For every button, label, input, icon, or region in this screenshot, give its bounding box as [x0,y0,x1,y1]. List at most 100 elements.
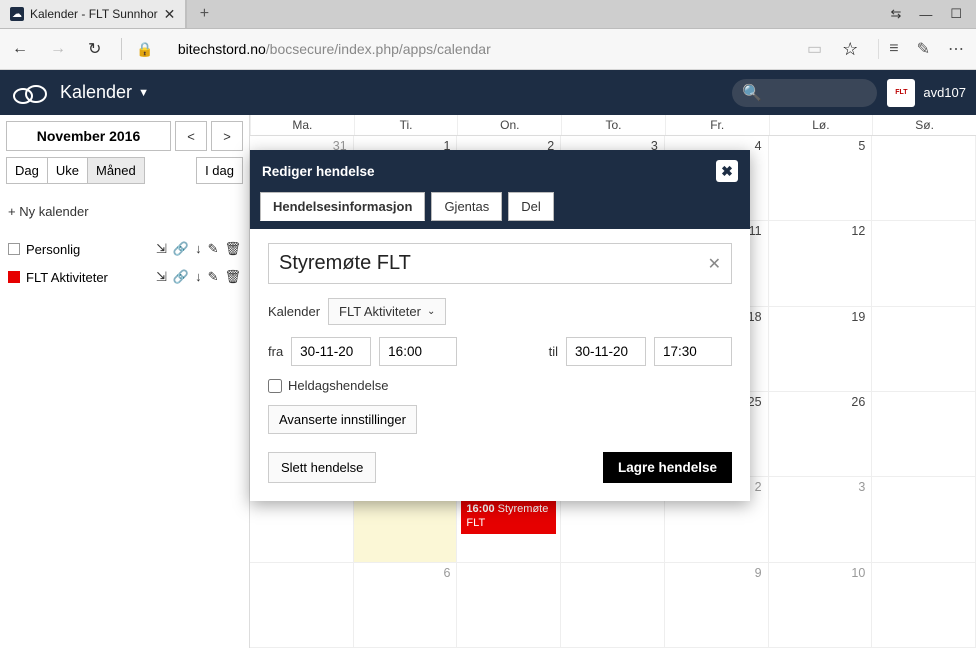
view-week-button[interactable]: Uke [48,157,88,184]
day-number: 11 [749,224,762,238]
edit-event-modal: Rediger hendelse ✖ Hendelsesinformasjon … [250,150,750,501]
share-icon[interactable]: ⋯ [948,39,964,59]
search-input[interactable]: 🔍 [732,79,877,107]
event-title-input[interactable] [279,252,708,275]
maximize-icon[interactable]: ☐ [950,6,962,22]
today-button[interactable]: I dag [196,157,243,184]
color-swatch [8,271,20,283]
next-month-button[interactable]: > [211,121,243,151]
delete-event-button[interactable]: Slett hendelse [268,452,376,483]
calendar-name: Personlig [26,242,80,257]
day-cell[interactable] [872,477,976,562]
day-cell[interactable]: 5 [769,136,873,221]
from-date-input[interactable] [291,337,371,366]
day-cell[interactable] [872,563,976,648]
clear-title-icon[interactable]: ✕ [708,254,721,274]
share-icon[interactable]: ⇲ [156,269,167,285]
reading-icon[interactable]: ▭ [807,39,822,59]
day-cell[interactable]: 9 [665,563,769,648]
tab-title: Kalender - FLT Sunnhor [30,7,158,21]
day-cell[interactable] [872,307,976,392]
day-number: 2 [755,480,762,494]
day-cell[interactable] [872,392,976,477]
from-time-input[interactable] [379,337,457,366]
tab-repeat[interactable]: Gjentas [431,192,502,221]
month-label[interactable]: November 2016 [6,121,171,151]
new-calendar-button[interactable]: + Ny kalender [6,198,243,225]
modal-header: Rediger hendelse ✖ [250,150,750,192]
refresh-icon[interactable]: ↻ [88,39,101,59]
day-header-cell: Ma. [250,115,354,135]
download-icon[interactable]: ↓ [195,241,202,257]
view-month-button[interactable]: Måned [88,157,145,184]
address-bar[interactable]: bitechstord.no/bocsecure/index.php/apps/… [178,41,787,57]
day-number: 12 [851,224,865,238]
close-modal-button[interactable]: ✖ [716,160,738,182]
chevron-down-icon: ⌄ [427,306,435,317]
day-number: 4 [755,139,762,153]
link-icon[interactable]: 🔗 [173,269,189,285]
to-label: til [549,344,558,359]
calendar-item-personal[interactable]: Personlig ⇲ 🔗 ↓ ✎ 🗑 [6,235,243,263]
cloud-favicon: ☁ [10,7,24,21]
event-chip[interactable]: 16:00 Styremøte FLT [461,499,556,533]
day-cell[interactable]: 26 [769,392,873,477]
share-icon[interactable]: ⇲ [156,241,167,257]
day-cell[interactable] [872,136,976,221]
to-time-input[interactable] [654,337,732,366]
delete-icon[interactable]: 🗑 [224,269,241,285]
day-header-cell: To. [561,115,665,135]
forward-icon[interactable]: → [50,40,66,58]
sync-icon[interactable]: ⇆ [890,6,901,22]
day-cell[interactable] [457,563,561,648]
delete-icon[interactable]: 🗑 [224,241,241,257]
day-cell[interactable]: 19 [769,307,873,392]
calendar-select[interactable]: FLT Aktiviteter ⌄ [328,298,446,325]
to-date-input[interactable] [566,337,646,366]
link-icon[interactable]: 🔗 [173,241,189,257]
day-cell[interactable]: 10 [769,563,873,648]
day-header-cell: On. [457,115,561,135]
modal-title: Rediger hendelse [262,164,375,179]
allday-checkbox[interactable]: Heldagshendelse [268,378,732,393]
view-day-button[interactable]: Dag [6,157,48,184]
browser-tab[interactable]: ☁ Kalender - FLT Sunnhor ✕ [0,0,187,28]
browser-toolbar: ← → ↻ 🔒 bitechstord.no/bocsecure/index.p… [0,28,976,70]
day-cell[interactable] [561,563,665,648]
save-event-button[interactable]: Lagre hendelse [603,452,732,483]
edit-icon[interactable]: ✎ [208,241,219,257]
user-label[interactable]: avd107 [923,85,966,100]
day-cell[interactable]: 12 [769,221,873,306]
allday-checkbox-input[interactable] [268,379,282,393]
url-path: /bocsecure/index.php/apps/calendar [266,41,491,57]
tab-event-info[interactable]: Hendelsesinformasjon [260,192,425,221]
lock-icon: 🔒 [121,38,157,60]
advanced-settings-button[interactable]: Avanserte innstillinger [268,405,417,434]
app-topbar: Kalender ▼ 🔍 FLT avd107 [0,70,976,115]
tab-share[interactable]: Del [508,192,554,221]
hub-icon[interactable]: ≡ [889,40,898,58]
app-logo[interactable] [0,79,60,107]
prev-month-button[interactable]: < [175,121,207,151]
edit-icon[interactable]: ✎ [208,269,219,285]
sidebar: November 2016 < > Dag Uke Måned I dag + … [0,115,250,648]
download-icon[interactable]: ↓ [195,269,202,285]
minimize-icon[interactable]: — [919,7,932,22]
note-icon[interactable]: ✎ [917,39,930,59]
calendar-item-flt[interactable]: FLT Aktiviteter ⇲ 🔗 ↓ ✎ 🗑 [6,263,243,291]
app-name-label: Kalender [60,82,132,103]
back-icon[interactable]: ← [12,40,28,58]
day-header-cell: Fr. [665,115,769,135]
day-cell[interactable] [250,563,354,648]
favorite-icon[interactable]: ☆ [842,39,858,60]
app-name-dropdown[interactable]: Kalender ▼ [60,82,149,103]
new-tab-button[interactable]: + [187,0,221,28]
day-cell[interactable]: 6 [354,563,458,648]
browser-titlebar: ☁ Kalender - FLT Sunnhor ✕ + ⇆ — ☐ [0,0,976,28]
org-badge[interactable]: FLT [887,79,915,107]
day-cell[interactable] [872,221,976,306]
day-cell[interactable]: 3 [769,477,873,562]
calendar-grid: Ma.Ti.On.To.Fr.Lø.Sø. 311234511121819252… [250,115,976,648]
close-tab-icon[interactable]: ✕ [164,6,176,23]
chevron-down-icon: ▼ [138,87,149,99]
